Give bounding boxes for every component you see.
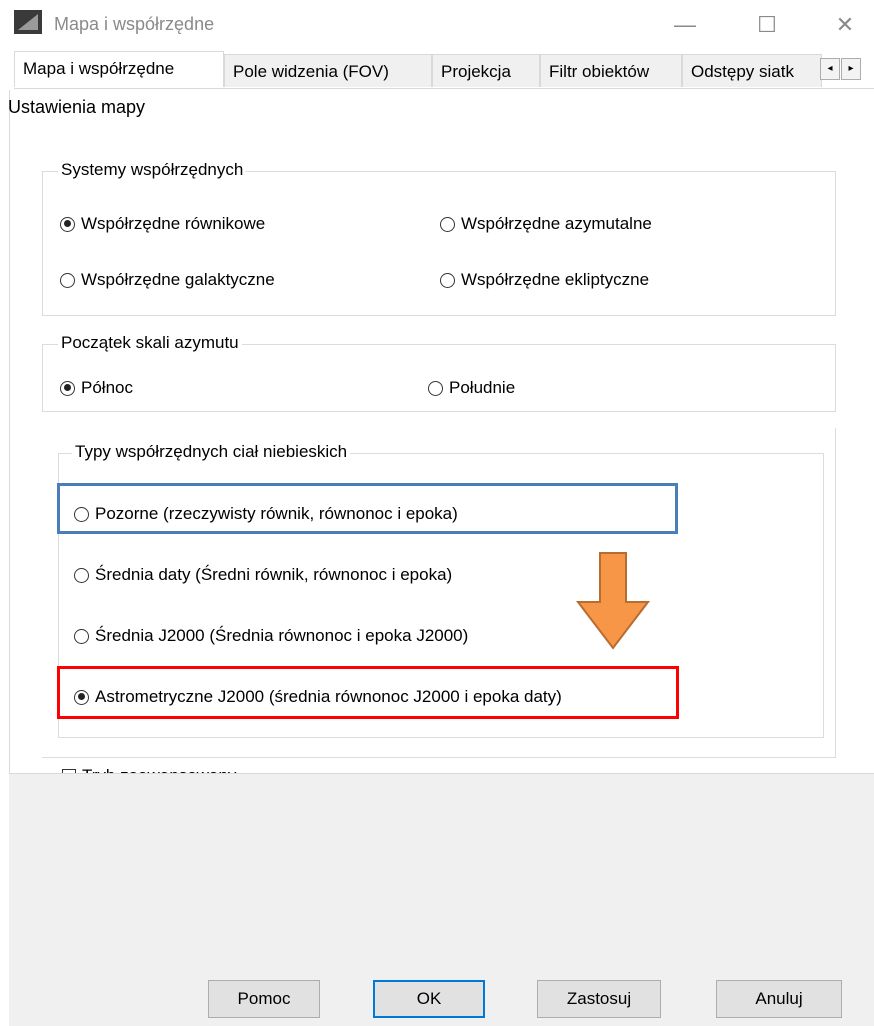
radio-mean-of-date[interactable]: Średnia daty (Średni równik, równonoc i … — [74, 565, 452, 585]
radio-mean-j2000-label: Średnia J2000 (Średnia równonoc i epoka … — [95, 626, 469, 645]
azimuth-origin-title: Początek skali azymutu — [58, 333, 242, 353]
radio-mean-j2000-indicator[interactable] — [74, 628, 89, 644]
radio-galactic-label: Współrzędne galaktyczne — [81, 270, 275, 289]
radio-north[interactable]: Północ — [60, 378, 133, 398]
radio-azimuthal-indicator[interactable] — [440, 216, 455, 232]
cancel-button[interactable]: Anuluj — [716, 980, 842, 1018]
page-border — [9, 90, 10, 773]
minimize-button[interactable]: — — [662, 8, 708, 42]
radio-south-label: Południe — [449, 378, 516, 397]
tab-strip: Mapa i współrzędne Pole widzenia (FOV) P… — [14, 51, 874, 89]
tab-projection[interactable]: Projekcja — [432, 54, 540, 87]
tab-grid-spacing[interactable]: Odstępy siatk — [682, 54, 822, 87]
radio-ecliptic-indicator[interactable] — [440, 272, 455, 288]
down-arrow-icon — [575, 552, 651, 650]
settings-heading: Ustawienia mapy — [8, 97, 146, 117]
radio-astrometric-j2000[interactable]: Astrometryczne J2000 (średnia równonoc J… — [74, 687, 562, 707]
radio-apparent-indicator[interactable] — [74, 506, 89, 522]
tab-object-filter[interactable]: Filtr obiektów — [540, 54, 682, 87]
radio-galactic[interactable]: Współrzędne galaktyczne — [60, 270, 275, 290]
apply-button[interactable]: Zastosuj — [537, 980, 661, 1018]
radio-apparent-label: Pozorne (rzeczywisty równik, równonoc i … — [95, 504, 458, 523]
radio-mean-of-date-indicator[interactable] — [74, 567, 89, 583]
radio-equatorial[interactable]: Współrzędne równikowe — [60, 214, 265, 234]
radio-ecliptic-label: Współrzędne ekliptyczne — [461, 270, 650, 289]
help-button[interactable]: Pomoc — [208, 980, 320, 1018]
celestial-types-title: Typy współrzędnych ciał niebieskich — [72, 442, 351, 462]
tab-scroll-right-button[interactable]: ▸ — [841, 58, 861, 80]
maximize-button[interactable]: ☐ — [744, 8, 790, 42]
ok-button[interactable]: OK — [373, 980, 485, 1018]
coordinate-systems-title: Systemy współrzędnych — [58, 160, 247, 180]
radio-equatorial-indicator[interactable] — [60, 216, 75, 232]
tab-scroll-left-button[interactable]: ◂ — [820, 58, 840, 80]
radio-mean-of-date-label: Średnia daty (Średni równik, równonoc i … — [95, 565, 453, 584]
window-title: Mapa i współrzędne — [54, 14, 215, 34]
radio-south[interactable]: Południe — [428, 378, 515, 398]
radio-mean-j2000[interactable]: Średnia J2000 (Średnia równonoc i epoka … — [74, 626, 468, 646]
radio-astrometric-j2000-indicator[interactable] — [74, 689, 89, 705]
title-bar: Mapa i współrzędne — ☐ ✕ — [0, 0, 874, 50]
radio-apparent[interactable]: Pozorne (rzeczywisty równik, równonoc i … — [74, 504, 458, 524]
tab-fov[interactable]: Pole widzenia (FOV) — [224, 54, 432, 87]
close-button[interactable]: ✕ — [822, 8, 868, 42]
radio-ecliptic[interactable]: Współrzędne ekliptyczne — [440, 270, 649, 290]
tab-map-coordinates[interactable]: Mapa i współrzędne — [14, 51, 224, 87]
radio-north-indicator[interactable] — [60, 380, 75, 396]
radio-north-label: Północ — [81, 378, 133, 397]
radio-azimuthal[interactable]: Współrzędne azymutalne — [440, 214, 652, 234]
radio-equatorial-label: Współrzędne równikowe — [81, 214, 266, 233]
radio-south-indicator[interactable] — [428, 380, 443, 396]
radio-azimuthal-label: Współrzędne azymutalne — [461, 214, 652, 233]
app-icon — [14, 10, 42, 34]
radio-astrometric-j2000-label: Astrometryczne J2000 (średnia równonoc J… — [95, 687, 562, 706]
radio-galactic-indicator[interactable] — [60, 272, 75, 288]
coordinate-systems-group — [42, 171, 836, 316]
